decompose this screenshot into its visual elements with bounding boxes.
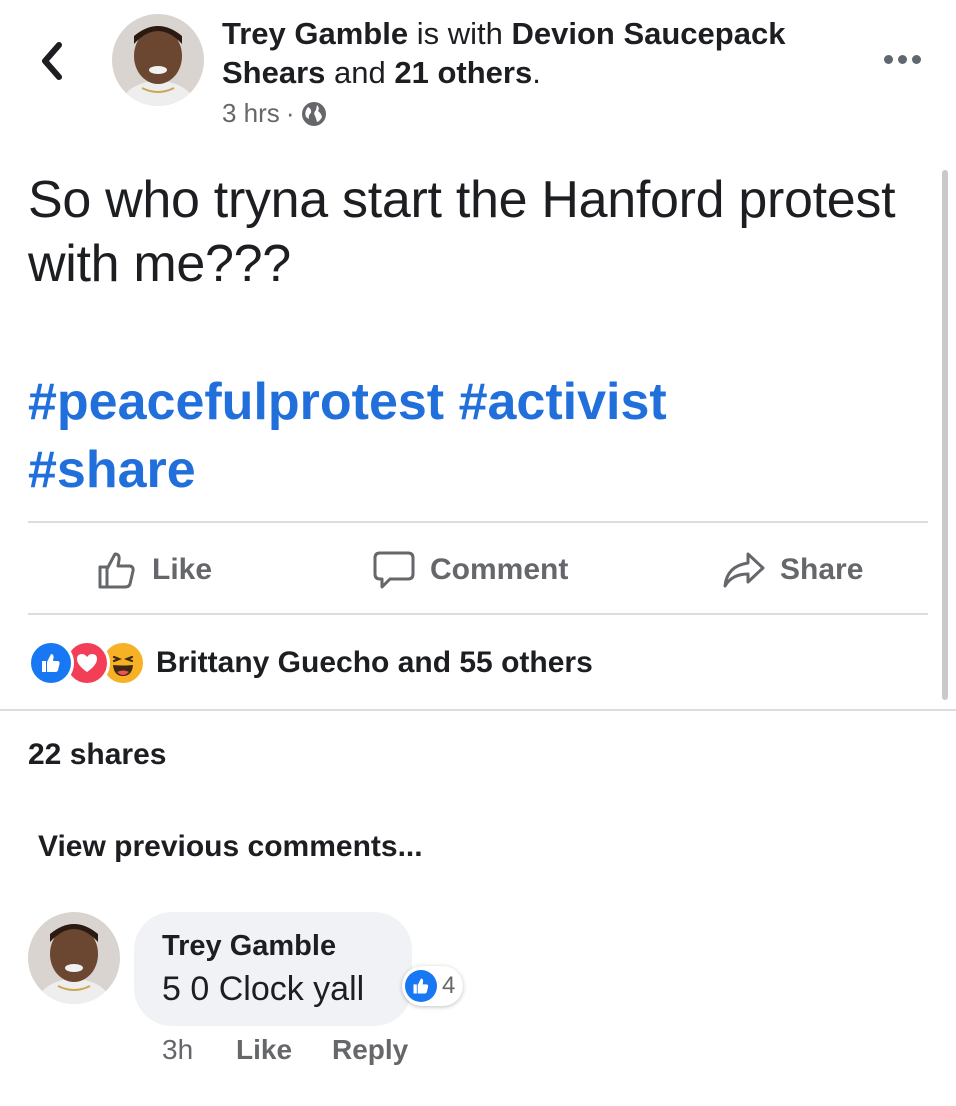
reactions-summary-text[interactable]: Brittany Guecho and 55 others — [156, 646, 593, 680]
post-header-text: Trey Gamble is with Devion Saucepack She… — [222, 14, 842, 92]
share-label: Share — [780, 553, 864, 586]
comment-like-count: 4 — [442, 972, 456, 999]
comment-button[interactable]: Comment — [372, 540, 568, 600]
comment-text: 5 0 Clock yall — [162, 970, 365, 1008]
post-meta: 3 hrs · — [222, 98, 328, 129]
like-reaction-icon — [405, 970, 437, 1002]
comment-author-name[interactable]: Trey Gamble — [162, 930, 336, 963]
more-dot — [883, 54, 893, 64]
hashtag-peacefulprotest[interactable]: #peacefulprotest — [28, 373, 444, 431]
share-button[interactable]: Share — [722, 540, 863, 600]
like-reaction-icon — [28, 640, 74, 686]
post-text: So who tryna start the Hanford protest w… — [28, 171, 896, 293]
comment-time[interactable]: 3h — [162, 1034, 193, 1066]
comment-author-avatar[interactable] — [28, 912, 120, 1004]
more-dot — [897, 54, 907, 64]
like-button[interactable]: Like — [96, 540, 212, 600]
and-text: and — [334, 55, 386, 90]
hashtag-share[interactable]: #share — [28, 441, 196, 499]
chevron-left-icon — [42, 42, 62, 80]
globe-icon[interactable] — [300, 100, 328, 128]
author-name[interactable]: Trey Gamble — [222, 16, 408, 51]
back-button[interactable] — [32, 36, 72, 86]
comment-reaction-badge[interactable]: 4 — [402, 966, 464, 1006]
divider — [28, 613, 928, 615]
with-text: is with — [416, 16, 503, 51]
more-dot — [911, 54, 921, 64]
comment-like-button[interactable]: Like — [236, 1034, 292, 1066]
avatar-image — [112, 14, 204, 106]
period: . — [532, 55, 541, 90]
reactions-summary[interactable]: Brittany Guecho and 55 others — [28, 640, 593, 686]
post-time[interactable]: 3 hrs — [222, 98, 280, 129]
hashtag-activist[interactable]: #activist — [459, 373, 667, 431]
share-arrow-icon — [723, 552, 765, 588]
comment-label: Comment — [430, 553, 569, 586]
view-previous-comments-link[interactable]: View previous comments... — [38, 830, 423, 864]
more-options-button[interactable] — [878, 44, 926, 74]
tagged-others[interactable]: 21 others — [394, 55, 532, 90]
section-divider — [0, 709, 956, 711]
thumbs-up-icon — [98, 552, 135, 589]
comment-icon — [373, 551, 415, 589]
author-avatar[interactable] — [112, 14, 204, 106]
comment-reply-button[interactable]: Reply — [332, 1034, 408, 1066]
like-label: Like — [152, 553, 213, 586]
divider — [28, 521, 928, 523]
scrollbar[interactable] — [942, 170, 948, 700]
avatar-image — [28, 912, 120, 1004]
shares-count[interactable]: 22 shares — [28, 738, 166, 772]
post-hashtags: #peacefulprotest #activist #share — [28, 368, 928, 504]
meta-separator: · — [285, 98, 295, 128]
